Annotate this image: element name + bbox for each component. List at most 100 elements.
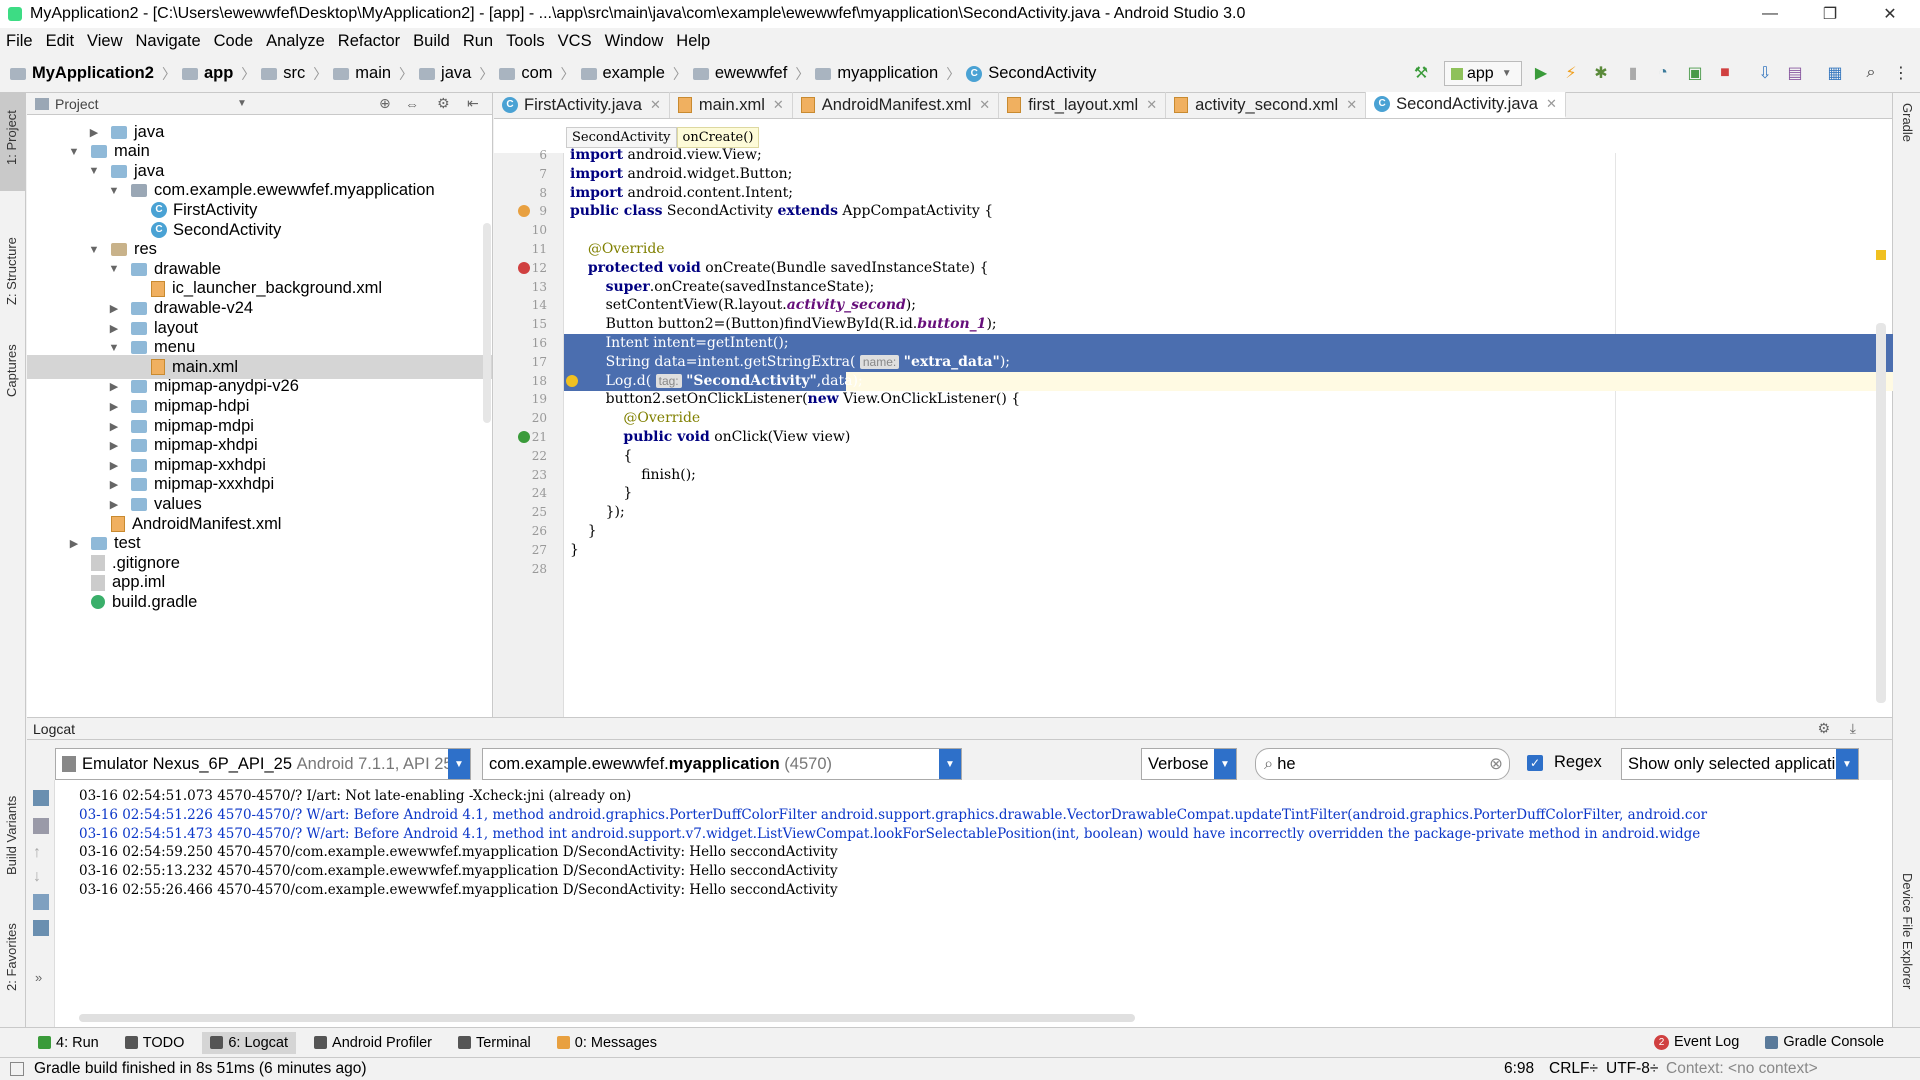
project-structure-icon[interactable]: ▦ <box>1824 62 1846 84</box>
editor-breadcrumb-item[interactable]: SecondActivity <box>566 127 677 148</box>
editor-scrollbar[interactable] <box>1876 323 1886 703</box>
menu-refactor[interactable]: Refactor <box>338 32 400 51</box>
tool-window-favorites[interactable]: 2: Favorites <box>4 923 19 991</box>
clear-search-icon[interactable]: ⊗ <box>1489 754 1503 774</box>
tree-node[interactable]: build.gradle <box>27 590 492 614</box>
run-icon[interactable]: ▶ <box>1530 62 1552 84</box>
breadcrumb-item[interactable]: example 〉 <box>580 64 687 84</box>
chevron-right-icon[interactable]: ▶ <box>107 420 121 433</box>
tool-window-gradle-console[interactable]: Gradle Console <box>1757 1031 1892 1053</box>
gear-icon[interactable]: ⚙ <box>1817 720 1830 737</box>
sync-gradle-icon[interactable]: ⇩ <box>1754 62 1776 84</box>
device-select[interactable]: Emulator Nexus_6P_API_25 Android 7.1.1, … <box>55 748 471 780</box>
print-icon[interactable] <box>33 920 49 936</box>
log-search-input[interactable]: ⌕ he ⊗ <box>1255 748 1510 780</box>
stop-icon[interactable]: ■ <box>1714 62 1736 84</box>
minimize-button[interactable]: — <box>1740 0 1800 28</box>
restore-button[interactable]: ❐ <box>1800 0 1860 28</box>
editor-tab[interactable]: activity_second.xml ✕ <box>1166 92 1367 118</box>
breadcrumb-item[interactable]: C SecondActivity <box>966 64 1096 83</box>
avd-manager-icon[interactable]: ▤ <box>1784 62 1806 84</box>
inspection-status-icon[interactable] <box>1876 250 1886 260</box>
tool-window-messages[interactable]: 0: Messages <box>549 1032 665 1054</box>
chevron-right-icon[interactable]: ▶ <box>107 459 121 472</box>
chevron-down-icon[interactable]: ▼ <box>87 244 101 256</box>
tool-window-captures[interactable]: Captures <box>4 344 19 397</box>
tool-window-profiler[interactable]: Android Profiler <box>306 1032 440 1054</box>
breadcrumb-item[interactable]: src 〉 <box>261 64 327 84</box>
menu-build[interactable]: Build <box>413 32 450 51</box>
menu-edit[interactable]: Edit <box>46 32 74 51</box>
apply-changes-icon[interactable]: ⚡ <box>1560 62 1582 84</box>
scroll-from-source-icon[interactable]: ⊕ <box>379 95 391 112</box>
coverage-icon[interactable]: ▮ <box>1622 62 1644 84</box>
breadcrumb-item[interactable]: app 〉 <box>181 64 255 84</box>
more-icon[interactable]: ⋮ <box>1890 62 1912 84</box>
breadcrumb-item[interactable]: com 〉 <box>499 64 575 84</box>
gear-icon[interactable]: ⚙ <box>437 95 450 112</box>
caret-position[interactable]: 6:98 <box>1504 1060 1534 1078</box>
filter-select[interactable]: Show only selected application ▼ <box>1621 748 1859 780</box>
chevron-right-icon[interactable]: ▶ <box>107 439 121 452</box>
breadcrumb-item[interactable]: main 〉 <box>333 64 413 84</box>
tool-window-project[interactable]: 1: Project <box>4 110 19 165</box>
chevron-right-icon[interactable]: ▶ <box>107 322 121 335</box>
chevron-down-icon[interactable]: ▼ <box>107 185 121 197</box>
close-button[interactable]: ✕ <box>1860 0 1920 28</box>
make-project-icon[interactable]: ⚒ <box>1410 62 1432 84</box>
tool-window-device-file-explorer[interactable]: Device File Explorer <box>1900 873 1915 989</box>
menu-analyze[interactable]: Analyze <box>266 32 325 51</box>
editor-tab[interactable]: first_layout.xml ✕ <box>999 92 1167 118</box>
gutter-override-icon[interactable] <box>518 205 530 218</box>
tool-window-logcat[interactable]: 6: Logcat <box>202 1031 297 1054</box>
run-config-select[interactable]: app ▼ <box>1444 61 1522 86</box>
editor-breadcrumb-item[interactable]: onCreate() <box>676 127 760 148</box>
scroll-to-end-icon[interactable] <box>33 818 49 834</box>
gutter-implement-icon[interactable] <box>518 431 530 443</box>
chevron-down-icon[interactable]: ▼ <box>87 165 101 177</box>
log-horizontal-scrollbar[interactable] <box>79 1014 1135 1022</box>
close-tab-icon[interactable]: ✕ <box>773 97 784 113</box>
search-everywhere-icon[interactable]: ⌕ <box>1860 62 1882 84</box>
project-scrollbar[interactable] <box>483 223 491 423</box>
close-tab-icon[interactable]: ✕ <box>1546 96 1557 112</box>
gutter-override-icon[interactable] <box>518 261 530 274</box>
menu-code[interactable]: Code <box>214 32 253 51</box>
process-select[interactable]: com.example.ewewwfef. myapplication (4570… <box>482 748 962 780</box>
more-icon[interactable]: » <box>35 970 42 985</box>
soft-wrap-icon[interactable] <box>33 894 49 910</box>
chevron-right-icon[interactable]: ▶ <box>107 380 121 393</box>
debug-icon[interactable]: ✱ <box>1590 62 1612 84</box>
down-arrow-icon[interactable]: ↓ <box>33 868 41 886</box>
project-view-label[interactable]: Project <box>55 96 99 112</box>
chevron-right-icon[interactable]: ▶ <box>107 478 121 491</box>
up-arrow-icon[interactable]: ↑ <box>33 844 41 862</box>
editor-tab[interactable]: main.xml ✕ <box>670 92 793 118</box>
breadcrumb-item[interactable]: myapplication 〉 <box>815 64 960 84</box>
hide-panel-icon[interactable]: ⇤ <box>467 95 479 112</box>
breadcrumb-item[interactable]: java 〉 <box>419 64 493 84</box>
tool-window-build-variants[interactable]: Build Variants <box>4 796 19 875</box>
menu-view[interactable]: View <box>87 32 122 51</box>
menu-window[interactable]: Window <box>605 32 664 51</box>
tool-windows-toggle-icon[interactable] <box>10 1062 24 1076</box>
tool-window-terminal[interactable]: Terminal <box>450 1032 539 1054</box>
attach-debugger-icon[interactable]: ▣ <box>1684 62 1706 84</box>
menu-run[interactable]: Run <box>463 32 493 51</box>
code-area[interactable]: import android.view.View; import android.… <box>494 147 1893 717</box>
editor-tab[interactable]: AndroidManifest.xml ✕ <box>793 92 1000 118</box>
menu-file[interactable]: File <box>6 32 33 51</box>
chevron-right-icon[interactable]: ▶ <box>107 302 121 315</box>
tool-window-structure[interactable]: Z: Structure <box>4 237 19 305</box>
menu-navigate[interactable]: Navigate <box>136 32 201 51</box>
tool-window-gradle[interactable]: Gradle <box>1900 103 1915 142</box>
menu-tools[interactable]: Tools <box>506 32 545 51</box>
chevron-down-icon[interactable]: ▼ <box>107 263 121 275</box>
profile-icon[interactable]: ◔ <box>1652 62 1674 84</box>
tool-window-event-log[interactable]: 2 Event Log <box>1646 1031 1747 1053</box>
menu-vcs[interactable]: VCS <box>558 32 592 51</box>
close-tab-icon[interactable]: ✕ <box>1346 97 1357 113</box>
file-encoding[interactable]: UTF-8÷ <box>1606 1060 1658 1078</box>
close-tab-icon[interactable]: ✕ <box>979 97 990 113</box>
intention-bulb-icon[interactable] <box>566 374 578 387</box>
